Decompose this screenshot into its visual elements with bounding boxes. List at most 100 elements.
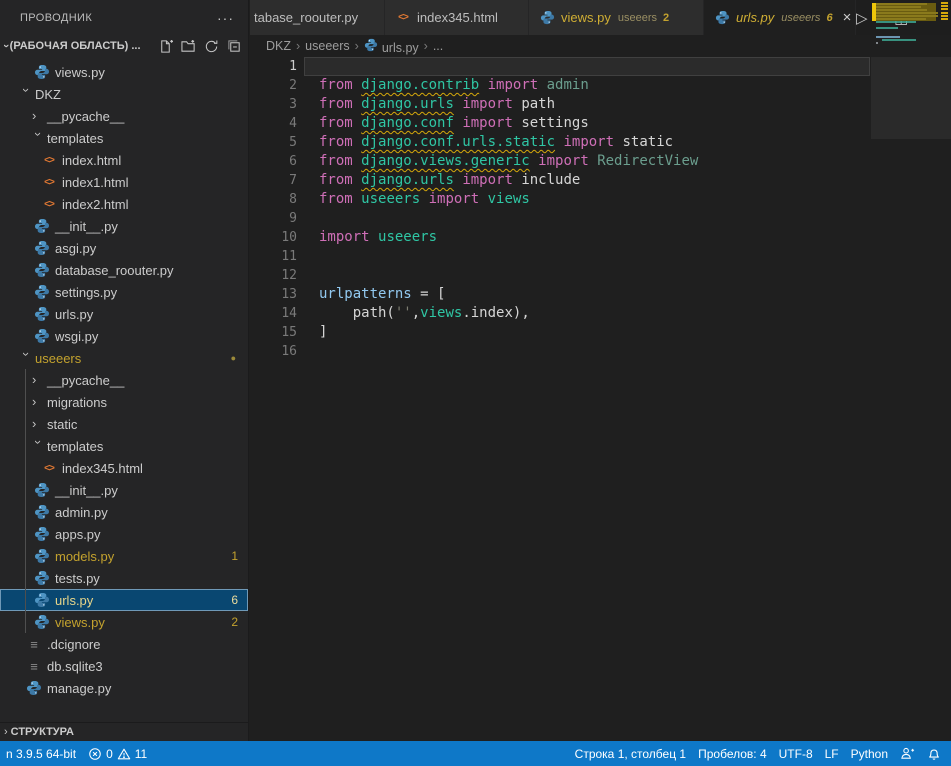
python-icon xyxy=(26,680,42,696)
code-line-2[interactable]: 2from django.contrib import admin xyxy=(250,76,951,95)
tree-item-DKZ[interactable]: ›DKZ xyxy=(0,83,248,105)
collapse-all-icon[interactable] xyxy=(227,39,242,54)
line-number: 7 xyxy=(250,171,297,190)
refresh-icon[interactable] xyxy=(204,39,219,54)
tree-item-migrations[interactable]: ›migrations xyxy=(0,391,248,413)
tree-item-index1.html[interactable]: <>index1.html xyxy=(0,171,248,193)
explorer-sidebar: ПРОВОДНИК ··· › (РАБОЧАЯ ОБЛАСТЬ) ... vi… xyxy=(0,0,249,741)
code-line-5[interactable]: 5from django.conf.urls.static import sta… xyxy=(250,133,951,152)
tab-warning-badge: 6 xyxy=(826,12,832,24)
code-line-1[interactable]: 1 xyxy=(250,57,951,76)
python-icon xyxy=(34,240,50,256)
tree-item-tests.py[interactable]: tests.py xyxy=(0,567,248,589)
status-problems[interactable]: 011 xyxy=(82,741,153,766)
code-line-11[interactable]: 11 xyxy=(250,247,951,266)
warning-mark xyxy=(941,2,948,4)
tree-item-index.html[interactable]: <>index.html xyxy=(0,149,248,171)
tree-item-templates[interactable]: ›templates xyxy=(0,435,248,457)
tab-urls.py[interactable]: urls.pyuseeers6× xyxy=(704,0,856,35)
html-icon: <> xyxy=(398,12,408,23)
tree-item-urls.py[interactable]: urls.py xyxy=(0,303,248,325)
status-cursor-position[interactable]: Строка 1, столбец 1 xyxy=(569,741,692,766)
tree-item-views.py[interactable]: views.py xyxy=(0,61,248,83)
explorer-more-icon[interactable]: ··· xyxy=(217,10,234,26)
tree-item-index2.html[interactable]: <>index2.html xyxy=(0,193,248,215)
code-line-6[interactable]: 6from django.views.generic import Redire… xyxy=(250,152,951,171)
new-file-icon[interactable] xyxy=(158,39,173,54)
chevron-down-icon: › xyxy=(32,132,44,144)
tab-tabase_roouter.py[interactable]: tabase_roouter.py xyxy=(250,0,385,35)
tree-item-wsgi.py[interactable]: wsgi.py xyxy=(0,325,248,347)
tree-item-views.py[interactable]: views.py2 xyxy=(0,611,248,633)
code-editor[interactable]: 12from django.contrib import admin3from … xyxy=(250,57,951,741)
breadcrumb-item[interactable]: DKZ xyxy=(266,39,291,53)
tree-item-__pycache__[interactable]: ›__pycache__ xyxy=(0,105,248,127)
tree-item-apps.py[interactable]: apps.py xyxy=(0,523,248,545)
tree-item-urls.py[interactable]: urls.py6 xyxy=(0,589,248,611)
tree-item-__init__.py[interactable]: __init__.py xyxy=(0,479,248,501)
tree-item-index345.html[interactable]: <>index345.html xyxy=(0,457,248,479)
python-icon xyxy=(34,306,50,322)
close-icon[interactable]: × xyxy=(843,9,852,26)
scrollbar-slider[interactable] xyxy=(871,57,951,139)
status-bar: n 3.9.5 64-bit011 Строка 1, столбец 1Про… xyxy=(0,741,951,766)
code-line-8[interactable]: 8from useeers import views xyxy=(250,190,951,209)
code-line-15[interactable]: 15] xyxy=(250,323,951,342)
status-feedback[interactable] xyxy=(894,741,921,766)
code-line-4[interactable]: 4from django.conf import settings xyxy=(250,114,951,133)
warning-mark xyxy=(941,8,948,10)
code-line-7[interactable]: 7from django.urls import include xyxy=(250,171,951,190)
tab-views.py[interactable]: views.pyuseeers2 xyxy=(529,0,704,35)
breadcrumb-separator: › xyxy=(424,39,428,53)
tree-item-templates[interactable]: ›templates xyxy=(0,127,248,149)
tree-item-database_roouter.py[interactable]: database_roouter.py xyxy=(0,259,248,281)
tree-item-asgi.py[interactable]: asgi.py xyxy=(0,237,248,259)
tab-index345.html[interactable]: <>index345.html xyxy=(385,0,529,35)
python-icon xyxy=(34,570,50,586)
file-lines-icon: ≡ xyxy=(30,637,38,652)
tree-item-admin.py[interactable]: admin.py xyxy=(0,501,248,523)
code-line-3[interactable]: 3from django.urls import path xyxy=(250,95,951,114)
line-number: 9 xyxy=(250,209,297,228)
tree-item-useeers[interactable]: ›useeers● xyxy=(0,347,248,369)
code-line-16[interactable]: 16 xyxy=(250,342,951,361)
code-line-13[interactable]: 13urlpatterns = [ xyxy=(250,285,951,304)
code-line-14[interactable]: 14 path('',views.index), xyxy=(250,304,951,323)
breadcrumb-item[interactable]: ... xyxy=(433,39,443,53)
code-line-9[interactable]: 9 xyxy=(250,209,951,228)
html-icon: <> xyxy=(44,199,54,210)
status-notifications[interactable] xyxy=(921,741,947,766)
outline-section-header[interactable]: › СТРУКТУРА xyxy=(0,722,248,741)
python-icon xyxy=(715,10,730,25)
breadcrumb: DKZ›useeers› urls.py›... xyxy=(250,35,951,57)
python-icon xyxy=(34,262,50,278)
run-button[interactable]: ▷ xyxy=(856,9,868,27)
feedback-icon xyxy=(900,746,915,761)
line-number: 6 xyxy=(250,152,297,171)
breadcrumb-separator: › xyxy=(355,39,359,53)
tree-item-models.py[interactable]: models.py1 xyxy=(0,545,248,567)
file-lines-icon: ≡ xyxy=(30,659,38,674)
tree-item-__init__.py[interactable]: __init__.py xyxy=(0,215,248,237)
status-indentation[interactable]: Пробелов: 4 xyxy=(692,741,773,766)
tree-item-db.sqlite3[interactable]: ≡db.sqlite3 xyxy=(0,655,248,677)
code-line-12[interactable]: 12 xyxy=(250,266,951,285)
breadcrumb-item[interactable]: useeers xyxy=(305,39,349,53)
breadcrumb-item[interactable]: urls.py xyxy=(364,38,419,55)
new-folder-icon[interactable] xyxy=(181,39,196,54)
tree-item-settings.py[interactable]: settings.py xyxy=(0,281,248,303)
workspace-section-header[interactable]: › (РАБОЧАЯ ОБЛАСТЬ) ... xyxy=(0,35,248,57)
status-encoding[interactable]: UTF-8 xyxy=(773,741,819,766)
tree-item-.dcignore[interactable]: ≡.dcignore xyxy=(0,633,248,655)
line-number: 4 xyxy=(250,114,297,133)
status-python-interpreter[interactable]: n 3.9.5 64-bit xyxy=(0,741,82,766)
tree-item-manage.py[interactable]: manage.py xyxy=(0,677,248,699)
line-number: 11 xyxy=(250,247,297,266)
warning-count-badge: 6 xyxy=(231,593,238,607)
status-language-mode[interactable]: Python xyxy=(845,741,894,766)
tree-item-__pycache__[interactable]: ›__pycache__ xyxy=(0,369,248,391)
status-eol[interactable]: LF xyxy=(819,741,845,766)
line-number: 15 xyxy=(250,323,297,342)
tree-item-static[interactable]: ›static xyxy=(0,413,248,435)
code-line-10[interactable]: 10import useeers xyxy=(250,228,951,247)
